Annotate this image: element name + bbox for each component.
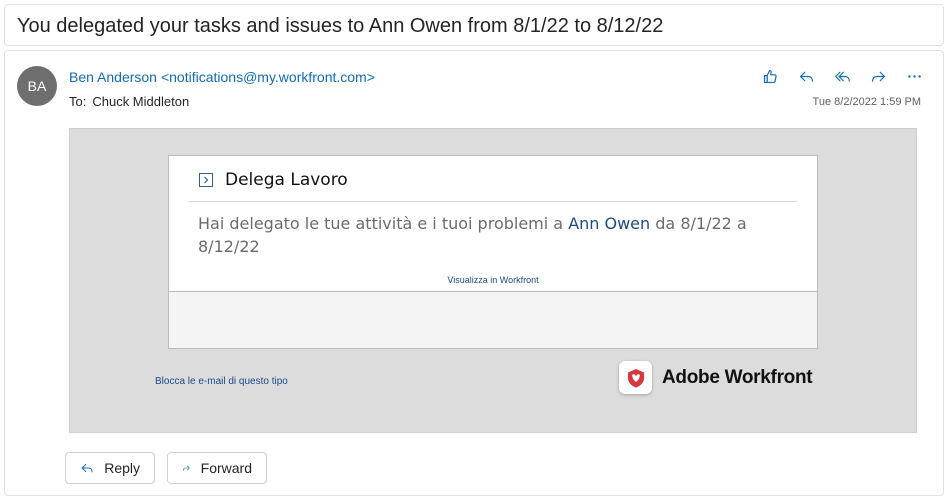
sender-name[interactable]: Ben Anderson bbox=[69, 69, 157, 85]
card-divider bbox=[189, 201, 797, 202]
view-in-workfront-link[interactable]: Visualizza in Workfront bbox=[169, 275, 817, 285]
to-label: To: bbox=[69, 94, 87, 109]
reply-button-label: Reply bbox=[104, 460, 140, 476]
card-title: Delega Lavoro bbox=[225, 170, 348, 190]
timestamp: Tue 8/2/2022 1:59 PM bbox=[812, 96, 921, 108]
delegate-link[interactable]: Ann Owen bbox=[568, 214, 650, 233]
card-footer bbox=[169, 291, 817, 348]
subject-bar: You delegated your tasks and issues to A… bbox=[4, 4, 944, 46]
like-icon[interactable] bbox=[759, 65, 781, 87]
message-pane: BA Ben Anderson <notifications@my.workfro… bbox=[4, 50, 944, 496]
delegate-icon bbox=[199, 173, 213, 187]
sender-email[interactable]: <notifications@my.workfront.com> bbox=[161, 69, 375, 85]
message-text-before: Hai delegato le tue attività e i tuoi pr… bbox=[198, 214, 564, 233]
recipient-line: To: Chuck Middleton bbox=[69, 94, 189, 109]
card-message: Hai delegato le tue attività e i tuoi pr… bbox=[198, 212, 798, 258]
notification-card: Delega Lavoro Hai delegato le tue attivi… bbox=[168, 155, 818, 349]
block-emails-link[interactable]: Blocca le e-mail di questo tipo bbox=[155, 376, 288, 387]
card-header: Delega Lavoro bbox=[199, 170, 348, 190]
message-actions bbox=[759, 65, 925, 87]
workfront-logo-icon bbox=[619, 361, 652, 394]
reply-button-icon bbox=[81, 463, 93, 473]
reply-all-icon[interactable] bbox=[831, 65, 853, 87]
recipient-name[interactable]: Chuck Middleton bbox=[92, 94, 189, 109]
reply-button[interactable]: Reply bbox=[65, 452, 155, 484]
forward-button-label: Forward bbox=[200, 460, 252, 476]
brand-name: Adobe Workfront bbox=[662, 366, 813, 388]
forward-icon[interactable] bbox=[867, 65, 889, 87]
email-subject: You delegated your tasks and issues to A… bbox=[17, 15, 664, 37]
more-icon[interactable] bbox=[903, 65, 925, 87]
brand-footer: Adobe Workfront bbox=[619, 361, 813, 394]
sender-line[interactable]: Ben Anderson <notifications@my.workfront.… bbox=[69, 69, 375, 85]
forward-button[interactable]: Forward bbox=[167, 452, 267, 484]
forward-button-icon bbox=[182, 465, 190, 471]
avatar[interactable]: BA bbox=[17, 66, 57, 106]
reply-icon[interactable] bbox=[795, 65, 817, 87]
email-body: Delega Lavoro Hai delegato le tue attivi… bbox=[69, 128, 917, 433]
